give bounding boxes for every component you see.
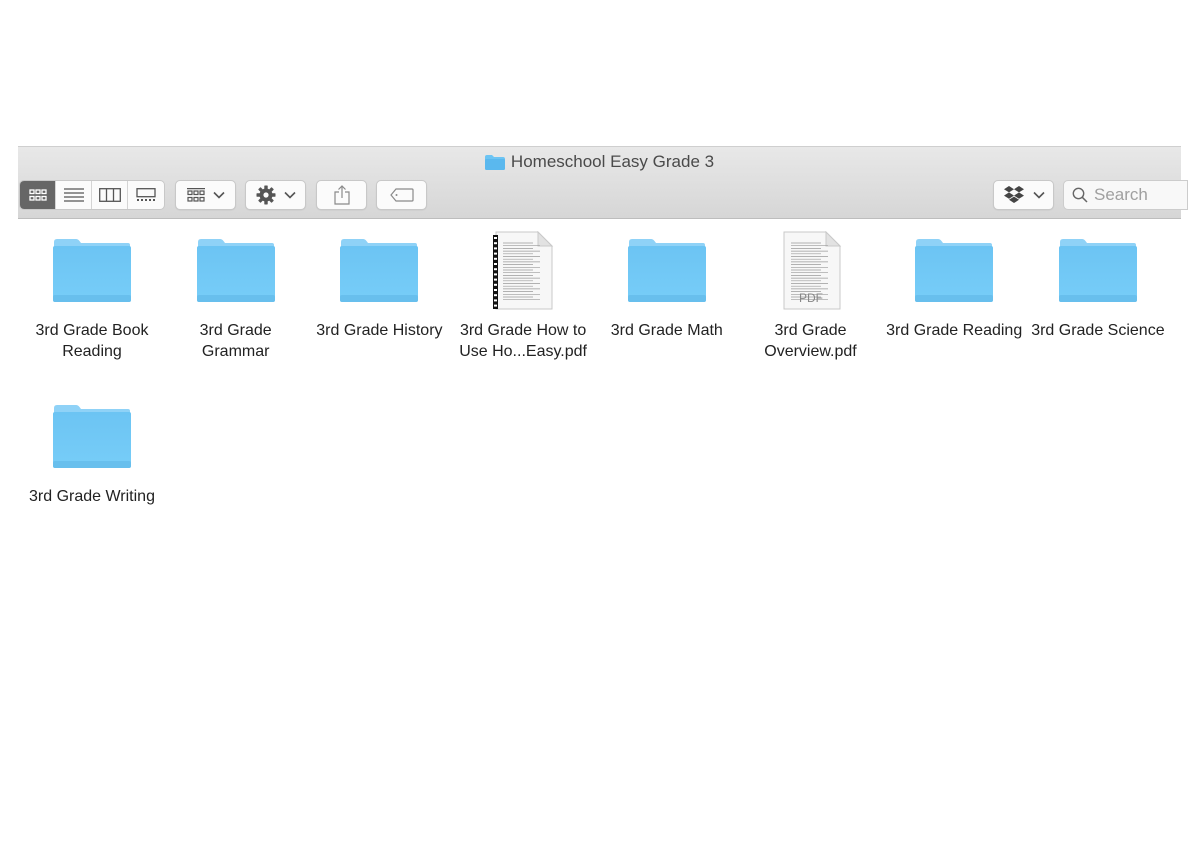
dropbox-icon <box>1003 186 1024 203</box>
group-grid-icon <box>186 188 205 202</box>
folder-item[interactable]: 3rd Grade History <box>307 230 451 341</box>
folder-item[interactable]: 3rd Grade Writing <box>20 396 164 507</box>
folder-icon <box>164 230 308 312</box>
chevron-down-icon <box>1032 191 1045 199</box>
item-name: 3rd Grade How to Use Ho...Easy.pdf <box>459 322 587 360</box>
finder-window: Homeschool Easy Grade 3 Search 3rd Grade… <box>18 146 1188 850</box>
window-title: Homeschool Easy Grade 3 <box>18 152 1181 172</box>
gallery-icon <box>136 188 156 201</box>
window-title-text: Homeschool Easy Grade 3 <box>510 152 715 171</box>
item-name: 3rd Grade Science <box>1031 322 1165 339</box>
folder-item[interactable]: 3rd Grade Math <box>595 230 739 341</box>
folder-icon <box>20 396 164 478</box>
svg-text:PDF: PDF <box>799 291 823 305</box>
folder-icon <box>882 230 1026 312</box>
item-name: 3rd Grade History <box>316 322 443 339</box>
toolbar: Homeschool Easy Grade 3 <box>18 146 1188 219</box>
action-button[interactable] <box>245 180 306 210</box>
search-field[interactable] <box>1063 180 1188 210</box>
item-name: 3rd Grade Reading <box>886 322 1023 339</box>
gear-icon <box>256 185 275 205</box>
folder-item[interactable]: 3rd Grade Grammar <box>164 230 308 362</box>
share-button[interactable] <box>316 180 367 210</box>
folder-icon <box>595 230 739 312</box>
item-name: 3rd Grade Writing <box>29 488 155 505</box>
pdf-document-icon <box>451 230 595 312</box>
folder-icon <box>20 230 164 312</box>
item-name: 3rd Grade Grammar <box>199 322 272 360</box>
file-item[interactable]: PDF 3rd Grade Overview.pdf <box>739 230 883 362</box>
chevron-down-icon <box>212 191 225 199</box>
folder-icon <box>1026 230 1170 312</box>
list-icon <box>63 188 84 202</box>
search-input[interactable] <box>1094 185 1174 205</box>
view-mode-segment <box>19 180 165 210</box>
icon-view-button[interactable] <box>20 181 56 209</box>
folder-item[interactable]: 3rd Grade Book Reading <box>20 230 164 362</box>
tag-button[interactable] <box>376 180 427 210</box>
gallery-view-button[interactable] <box>128 181 164 209</box>
dropbox-button[interactable] <box>993 180 1054 210</box>
share-icon <box>333 185 350 205</box>
folder-item[interactable]: 3rd Grade Science <box>1026 230 1170 341</box>
list-view-button[interactable] <box>56 181 92 209</box>
item-name: 3rd Grade Math <box>610 322 723 339</box>
folder-item[interactable]: 3rd Grade Reading <box>882 230 1026 341</box>
file-item[interactable]: 3rd Grade How to Use Ho...Easy.pdf <box>451 230 595 362</box>
item-name: 3rd Grade Book Reading <box>35 322 149 360</box>
folder-icon <box>484 154 505 170</box>
chevron-down-icon <box>283 191 296 199</box>
item-name: 3rd Grade Overview.pdf <box>764 322 857 360</box>
group-by-button[interactable] <box>175 180 236 210</box>
search-icon <box>1072 187 1088 203</box>
pdf-document-icon: PDF <box>739 230 883 312</box>
tag-icon <box>389 188 414 202</box>
folder-icon <box>307 230 451 312</box>
columns-icon <box>98 188 121 202</box>
column-view-button[interactable] <box>92 181 128 209</box>
grid-icon <box>28 189 47 201</box>
